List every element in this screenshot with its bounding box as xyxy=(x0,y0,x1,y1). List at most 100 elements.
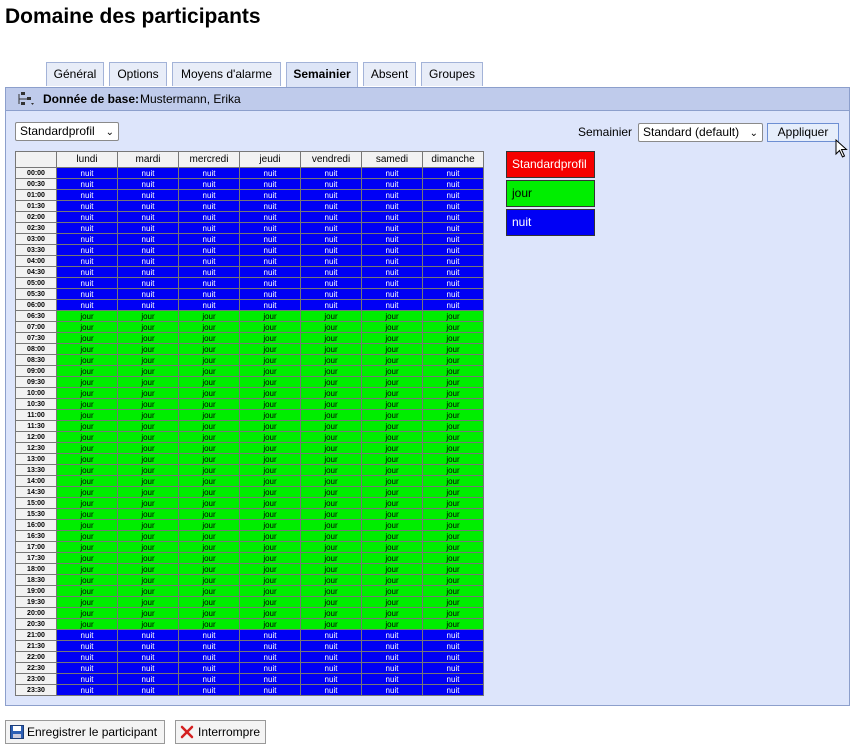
slot-cell[interactable]: nuit xyxy=(178,684,240,696)
slot-cell[interactable]: jour xyxy=(300,420,362,432)
slot-cell[interactable]: jour xyxy=(361,310,423,322)
slot-cell[interactable]: jour xyxy=(178,552,240,564)
slot-cell[interactable]: jour xyxy=(422,607,484,619)
slot-cell[interactable]: jour xyxy=(178,321,240,333)
slot-cell[interactable]: jour xyxy=(300,431,362,443)
slot-cell[interactable]: nuit xyxy=(178,673,240,685)
slot-cell[interactable]: nuit xyxy=(239,189,301,201)
slot-cell[interactable]: nuit xyxy=(300,629,362,641)
slot-cell[interactable]: jour xyxy=(361,464,423,476)
slot-cell[interactable]: jour xyxy=(300,486,362,498)
slot-cell[interactable]: jour xyxy=(422,431,484,443)
slot-cell[interactable]: nuit xyxy=(56,288,118,300)
slot-cell[interactable]: nuit xyxy=(117,662,179,674)
slot-cell[interactable]: nuit xyxy=(300,684,362,696)
slot-cell[interactable]: nuit xyxy=(422,244,484,256)
slot-cell[interactable]: nuit xyxy=(117,288,179,300)
slot-cell[interactable]: jour xyxy=(361,574,423,586)
slot-cell[interactable]: jour xyxy=(117,387,179,399)
slot-cell[interactable]: jour xyxy=(422,508,484,520)
slot-cell[interactable]: jour xyxy=(300,387,362,399)
slot-cell[interactable]: nuit xyxy=(56,651,118,663)
slot-cell[interactable]: nuit xyxy=(117,233,179,245)
slot-cell[interactable]: jour xyxy=(239,552,301,564)
slot-cell[interactable]: jour xyxy=(361,442,423,454)
slot-cell[interactable]: jour xyxy=(422,585,484,597)
legend-standardprofil[interactable]: Standardprofil xyxy=(506,151,595,178)
slot-cell[interactable]: jour xyxy=(361,618,423,630)
slot-cell[interactable]: nuit xyxy=(178,288,240,300)
slot-cell[interactable]: jour xyxy=(422,519,484,531)
slot-cell[interactable]: nuit xyxy=(117,222,179,234)
slot-cell[interactable]: jour xyxy=(117,519,179,531)
slot-cell[interactable]: nuit xyxy=(422,640,484,652)
slot-cell[interactable]: jour xyxy=(239,332,301,344)
slot-cell[interactable]: nuit xyxy=(422,684,484,696)
slot-cell[interactable]: jour xyxy=(178,365,240,377)
slot-cell[interactable]: jour xyxy=(422,464,484,476)
slot-cell[interactable]: nuit xyxy=(422,255,484,267)
slot-cell[interactable]: nuit xyxy=(178,277,240,289)
slot-cell[interactable]: nuit xyxy=(239,673,301,685)
slot-cell[interactable]: nuit xyxy=(422,189,484,201)
slot-cell[interactable]: jour xyxy=(361,585,423,597)
slot-cell[interactable]: nuit xyxy=(300,255,362,267)
slot-cell[interactable]: jour xyxy=(117,486,179,498)
slot-cell[interactable]: jour xyxy=(117,464,179,476)
slot-cell[interactable]: jour xyxy=(361,530,423,542)
slot-cell[interactable]: jour xyxy=(56,607,118,619)
slot-cell[interactable]: nuit xyxy=(422,222,484,234)
slot-cell[interactable]: jour xyxy=(239,596,301,608)
slot-cell[interactable]: jour xyxy=(56,585,118,597)
slot-cell[interactable]: jour xyxy=(422,453,484,465)
slot-cell[interactable]: nuit xyxy=(361,244,423,256)
slot-cell[interactable]: nuit xyxy=(239,299,301,311)
slot-cell[interactable]: jour xyxy=(300,409,362,421)
slot-cell[interactable]: jour xyxy=(117,409,179,421)
slot-cell[interactable]: jour xyxy=(361,596,423,608)
slot-cell[interactable]: jour xyxy=(300,343,362,355)
slot-cell[interactable]: jour xyxy=(117,321,179,333)
slot-cell[interactable]: nuit xyxy=(361,684,423,696)
slot-cell[interactable]: jour xyxy=(361,343,423,355)
slot-cell[interactable]: jour xyxy=(239,310,301,322)
slot-cell[interactable]: nuit xyxy=(117,684,179,696)
slot-cell[interactable]: jour xyxy=(239,365,301,377)
slot-cell[interactable]: nuit xyxy=(56,222,118,234)
save-participant-button[interactable]: Enregistrer le participant xyxy=(5,720,165,744)
slot-cell[interactable]: jour xyxy=(300,552,362,564)
slot-cell[interactable]: jour xyxy=(117,420,179,432)
slot-cell[interactable]: nuit xyxy=(239,640,301,652)
slot-cell[interactable]: jour xyxy=(239,508,301,520)
slot-cell[interactable]: jour xyxy=(239,354,301,366)
slot-cell[interactable]: jour xyxy=(361,376,423,388)
slot-cell[interactable]: jour xyxy=(117,475,179,487)
slot-cell[interactable]: jour xyxy=(239,519,301,531)
slot-cell[interactable]: jour xyxy=(56,530,118,542)
slot-cell[interactable]: jour xyxy=(239,398,301,410)
slot-cell[interactable]: nuit xyxy=(178,299,240,311)
slot-cell[interactable]: jour xyxy=(56,475,118,487)
slot-cell[interactable]: jour xyxy=(300,332,362,344)
slot-cell[interactable]: jour xyxy=(361,508,423,520)
slot-cell[interactable]: nuit xyxy=(361,211,423,223)
slot-cell[interactable]: nuit xyxy=(178,651,240,663)
slot-cell[interactable]: nuit xyxy=(361,651,423,663)
tab-general[interactable]: Général xyxy=(46,62,104,86)
slot-cell[interactable]: nuit xyxy=(239,629,301,641)
slot-cell[interactable]: nuit xyxy=(422,299,484,311)
slot-cell[interactable]: nuit xyxy=(300,288,362,300)
slot-cell[interactable]: nuit xyxy=(422,167,484,179)
slot-cell[interactable]: jour xyxy=(56,574,118,586)
slot-cell[interactable]: jour xyxy=(56,409,118,421)
slot-cell[interactable]: jour xyxy=(239,453,301,465)
slot-cell[interactable]: jour xyxy=(178,420,240,432)
slot-cell[interactable]: jour xyxy=(178,464,240,476)
slot-cell[interactable]: jour xyxy=(56,398,118,410)
slot-cell[interactable]: jour xyxy=(422,541,484,553)
slot-cell[interactable]: nuit xyxy=(117,211,179,223)
slot-cell[interactable]: jour xyxy=(361,387,423,399)
slot-cell[interactable]: nuit xyxy=(361,277,423,289)
slot-cell[interactable]: nuit xyxy=(300,233,362,245)
slot-cell[interactable]: jour xyxy=(117,310,179,322)
